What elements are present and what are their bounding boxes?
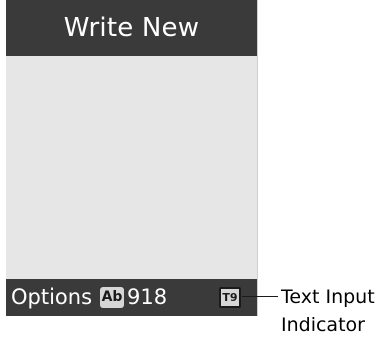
figure: Write New Options Ab 918 T9 Text Input I… (0, 0, 384, 339)
softkey-bar: Options Ab 918 T9 (6, 279, 257, 316)
character-counter: 918 (127, 285, 168, 309)
callout-line (242, 296, 278, 297)
callout-label-line2: Indicator (281, 314, 365, 336)
options-softkey[interactable]: Options (11, 285, 92, 309)
callout-label: Text Input Indicator (281, 283, 381, 339)
text-case-mode-icon: Ab (100, 287, 124, 308)
title-bar: Write New (6, 0, 257, 56)
phone-screen: Write New Options Ab 918 T9 (6, 0, 258, 316)
screen-title: Write New (63, 13, 200, 43)
message-input-area[interactable] (6, 56, 257, 279)
callout-label-line1: Text Input (281, 286, 375, 308)
t9-input-indicator-icon: T9 (219, 287, 241, 308)
